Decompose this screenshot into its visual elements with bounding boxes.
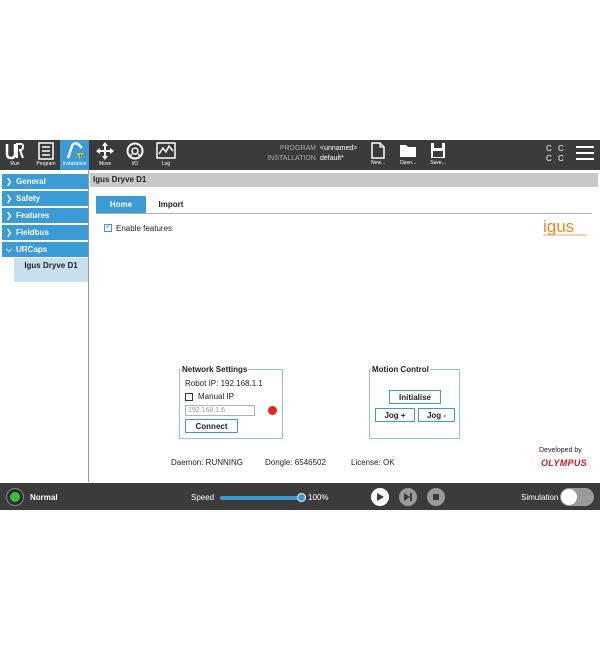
sidebar-item-fieldbus[interactable]: ❯ Fieldbus — [2, 225, 88, 240]
simulation-toggle[interactable] — [560, 488, 594, 506]
save-file-label: Save... — [430, 160, 446, 166]
jog-minus-button[interactable]: Jog - — [418, 408, 455, 422]
sidebar-item-general[interactable]: ❯ General — [2, 174, 88, 189]
program-icon — [38, 142, 54, 160]
ur-logo-icon — [5, 143, 25, 160]
olympus-logo: OLYMPUS — [541, 458, 587, 468]
cc-row-1: C C — [546, 144, 566, 153]
new-file-label: New... — [371, 160, 385, 166]
page-header: Igus Dryve D1 — [90, 173, 598, 187]
sidebar-item-urcaps[interactable]: ⌵ URCaps — [2, 242, 88, 257]
cc-status-icon[interactable]: C C C C — [546, 144, 566, 164]
speed-slider-handle[interactable] — [297, 493, 306, 502]
developed-by-label: Developed by — [539, 447, 582, 454]
sidebar-item-safety[interactable]: ❯ Safety — [2, 191, 88, 206]
tab-divider — [96, 213, 592, 214]
run-tab[interactable]: Run — [4, 140, 26, 170]
connection-status-dot — [268, 406, 277, 415]
play-icon — [377, 493, 384, 501]
hamburger-menu-icon[interactable] — [576, 146, 594, 162]
installation-icon: ! — [66, 142, 83, 160]
io-icon — [126, 142, 144, 160]
io-tab-label: I/O — [131, 161, 139, 167]
sidebar-item-label: URCaps — [16, 245, 48, 254]
move-tab-label: Move — [98, 161, 112, 167]
move-tab[interactable]: Move — [93, 140, 117, 170]
sidebar-item-label: Features — [16, 211, 50, 220]
open-file-button[interactable]: Open... — [396, 140, 420, 170]
motion-control-title: Motion Control — [371, 365, 430, 374]
chevron-right-icon: ❯ — [5, 211, 13, 220]
svg-text:!: ! — [79, 154, 81, 160]
play-button[interactable] — [371, 488, 389, 506]
save-icon — [431, 143, 445, 158]
simulation-label: Simulation — [521, 493, 559, 502]
new-file-icon — [371, 142, 385, 159]
installation-name: default* — [320, 155, 344, 162]
top-bar: Run Program ! Installation Move I/O Log … — [0, 140, 600, 170]
motion-control-panel: Motion Control Initialise Jog + Jog - — [369, 365, 460, 439]
connect-button[interactable]: Connect — [185, 419, 238, 433]
chevron-right-icon: ❯ — [5, 177, 13, 186]
manual-ip-checkbox[interactable] — [185, 393, 193, 401]
run-tab-label: Run — [10, 161, 20, 167]
move-icon — [96, 142, 114, 160]
open-file-label: Open... — [399, 160, 417, 166]
program-name: <unnamed> — [320, 145, 358, 152]
chevron-right-icon: ❯ — [5, 228, 13, 237]
manual-ip-label: Manual IP — [198, 392, 235, 401]
step-button[interactable] — [399, 488, 417, 506]
network-settings-title: Network Settings — [181, 365, 249, 374]
installation-tab-label: Installation — [62, 161, 87, 167]
tab-home[interactable]: Home — [96, 196, 146, 213]
new-file-button[interactable]: New... — [368, 140, 388, 170]
sidebar-item-features[interactable]: ❯ Features — [2, 208, 88, 223]
enable-features-label: Enable features — [116, 224, 173, 233]
open-folder-icon — [400, 145, 416, 157]
chevron-down-icon: ⌵ — [5, 244, 13, 254]
svg-text:igus: igus — [543, 217, 574, 236]
ur-polyscope-window: Run Program ! Installation Move I/O Log … — [0, 140, 600, 510]
ip-address-input[interactable]: 192.168.1.6 — [185, 405, 255, 416]
robot-mode-label: Normal — [30, 493, 58, 502]
log-icon — [156, 142, 176, 159]
jog-plus-button[interactable]: Jog + — [375, 408, 415, 422]
installation-tab[interactable]: ! Installation — [60, 140, 89, 170]
license-status: License: OK — [351, 458, 395, 467]
program-tab[interactable]: Program — [33, 140, 59, 170]
page-title: Igus Dryve D1 — [93, 175, 147, 184]
save-file-button[interactable]: Save... — [427, 140, 449, 170]
io-tab[interactable]: I/O — [123, 140, 147, 170]
stop-button[interactable] — [427, 488, 445, 506]
speed-slider-track[interactable] — [220, 496, 302, 500]
igus-logo: igus — [543, 217, 587, 236]
speed-value: 100% — [308, 493, 329, 502]
sidebar-item-label: Fieldbus — [16, 228, 49, 237]
installation-key: INSTALLATION — [267, 155, 316, 162]
speed-label: Speed — [191, 493, 215, 502]
initialise-button[interactable]: Initialise — [389, 390, 441, 404]
cc-row-2: C C — [546, 154, 566, 163]
bottom-bar: Normal Speed 100% Simulation — [0, 483, 600, 510]
log-tab[interactable]: Log — [154, 140, 178, 170]
sidebar-item-igus-dryve-d1[interactable]: Igus Dryve D1 — [14, 258, 88, 282]
program-info: PROGRAM <unnamed> INSTALLATION default* — [262, 144, 357, 164]
program-tab-label: Program — [36, 161, 56, 167]
daemon-status: Daemon: RUNNING — [171, 458, 244, 467]
power-button[interactable] — [6, 488, 24, 506]
dongle-status: Dongle: 6546502 — [265, 458, 326, 467]
network-settings-panel: Network Settings Robot IP: 192.168.1.1 M… — [179, 365, 283, 439]
chevron-right-icon: ❯ — [5, 194, 13, 203]
stop-icon — [433, 494, 439, 500]
step-icon — [404, 493, 412, 501]
sidebar-item-label: Safety — [16, 194, 41, 203]
log-tab-label: Log — [161, 161, 171, 167]
tab-import[interactable]: Import — [146, 196, 196, 213]
installation-sidebar: ❯ General ❯ Safety ❯ Features ❯ Fieldbus… — [0, 170, 89, 482]
enable-features-checkbox[interactable] — [104, 222, 112, 232]
sidebar-item-label: General — [16, 177, 46, 186]
program-key: PROGRAM — [279, 145, 316, 152]
robot-ip-text: Robot IP: 192.168.1.1 — [185, 379, 263, 388]
